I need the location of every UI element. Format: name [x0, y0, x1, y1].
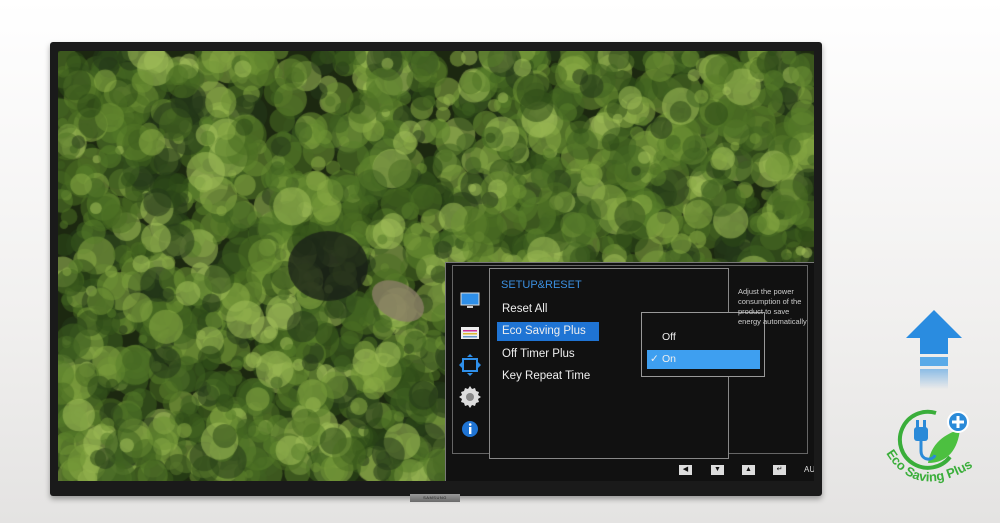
down-button[interactable]: ▼: [711, 465, 724, 475]
osd-menu: SETUP&RESET Reset All Eco Saving Plus Of…: [445, 262, 814, 481]
up-button[interactable]: ▲: [742, 465, 755, 475]
menu-title: SETUP&RESET: [501, 279, 582, 291]
size-position-icon[interactable]: [458, 349, 482, 381]
help-text: Adjust the power consumption of the prod…: [738, 287, 807, 326]
svg-text:Eco Saving Plus: Eco Saving Plus: [884, 447, 975, 485]
color-icon[interactable]: [458, 317, 482, 349]
left-button[interactable]: ◀: [679, 465, 692, 475]
eco-saving-plus-logo: Eco Saving Plus: [884, 409, 975, 485]
monitor-screen: SETUP&RESET Reset All Eco Saving Plus Of…: [58, 51, 814, 481]
check-icon: ✓: [650, 353, 659, 365]
option-label: On: [662, 353, 677, 365]
enter-button[interactable]: ↵: [773, 465, 786, 475]
gear-icon[interactable]: [458, 381, 482, 413]
display-icon[interactable]: [458, 285, 482, 317]
arrow-up-icon: [906, 310, 962, 389]
option-off[interactable]: Off: [647, 328, 760, 347]
menu-item-eco-saving-plus[interactable]: Eco Saving Plus: [497, 322, 599, 341]
monitor: SETUP&RESET Reset All Eco Saving Plus Of…: [50, 42, 822, 496]
logo-text: Eco Saving Plus: [884, 447, 975, 485]
monitor-stand-logo: SAMSUNG: [410, 494, 460, 502]
auto-button[interactable]: AUTO: [804, 465, 814, 474]
setup-reset-menu: SETUP&RESET Reset All Eco Saving Plus Of…: [489, 268, 765, 459]
info-icon[interactable]: [458, 413, 482, 445]
menu-item-key-repeat-time[interactable]: Key Repeat Time: [497, 367, 599, 386]
option-on[interactable]: ✓ On: [647, 350, 760, 369]
menu-item-reset-all[interactable]: Reset All: [497, 300, 599, 319]
menu-item-off-timer-plus[interactable]: Off Timer Plus: [497, 345, 599, 364]
option-label: Off: [662, 331, 676, 343]
